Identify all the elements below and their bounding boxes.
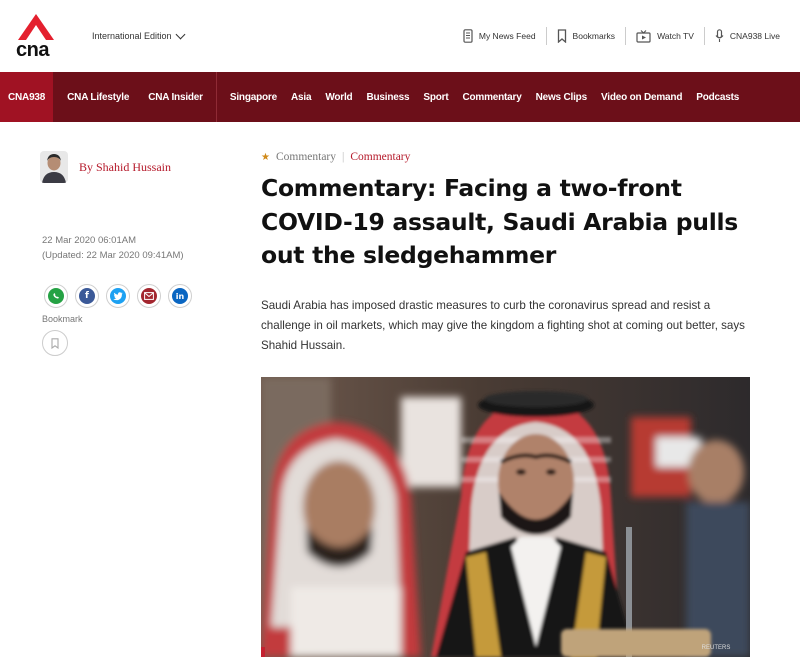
tv-icon <box>636 29 651 43</box>
updated-date: (Updated: 22 Mar 2020 09:41AM) <box>42 250 184 261</box>
article-lede: Saudi Arabia has imposed drastic measure… <box>261 299 745 352</box>
primary-nav: CNA938 CNA Lifestyle CNA Insider <box>0 72 223 122</box>
linkedin-share-button[interactable]: in <box>168 284 192 308</box>
category-link[interactable]: Commentary <box>350 151 410 163</box>
my-news-feed-label: My News Feed <box>478 31 536 41</box>
email-share-button[interactable] <box>137 284 161 308</box>
bookmarks-label: Bookmarks <box>572 31 616 41</box>
nav-item-news-clips[interactable]: News Clips <box>529 72 594 122</box>
share-buttons: f in <box>44 284 192 308</box>
article-title: Commentary: Facing a two-front COVID-19 … <box>261 174 738 269</box>
main-nav: CNA938 CNA Lifestyle CNA Insider Singapo… <box>0 72 800 122</box>
hero-photo: REUTERS <box>261 377 750 657</box>
breadcrumb-divider: | <box>342 151 345 163</box>
section-nav: Singapore Asia World Business Sport Comm… <box>223 72 746 122</box>
published-date: 22 Mar 2020 06:01AM <box>42 235 137 246</box>
whatsapp-icon <box>48 288 64 304</box>
nav-item-cna-lifestyle[interactable]: CNA Lifestyle <box>53 72 136 122</box>
logo-text[interactable]: cna <box>16 39 49 62</box>
nav-item-cna938[interactable]: CNA938 <box>0 72 54 122</box>
top-header: cna International Edition My News Feed B… <box>0 0 800 72</box>
photo-credit: REUTERS <box>702 645 731 651</box>
bookmark-icon <box>557 29 566 43</box>
facebook-share-button[interactable]: f <box>75 284 99 308</box>
cna938-live-link[interactable]: CNA938 Live <box>703 27 790 45</box>
bookmark-label: Bookmark <box>42 314 83 324</box>
watch-tv-link[interactable]: Watch TV <box>625 27 704 45</box>
twitter-share-button[interactable] <box>106 284 130 308</box>
edition-selector[interactable]: International Edition <box>92 29 186 41</box>
nav-item-singapore[interactable]: Singapore <box>223 72 284 122</box>
star-icon: ★ <box>261 151 270 163</box>
category-breadcrumb: ★ Commentary | Commentary <box>261 151 410 163</box>
top-links: My News Feed Bookmarks Watch TV CNA938 L… <box>453 27 790 45</box>
author-name[interactable]: By Shahid Hussain <box>79 160 171 175</box>
nav-item-video-on-demand[interactable]: Video on Demand <box>594 72 689 122</box>
whatsapp-share-button[interactable] <box>44 284 68 308</box>
email-icon <box>141 288 157 304</box>
phone-icon <box>463 29 473 43</box>
author-byline: By Shahid Hussain <box>40 151 171 183</box>
edition-label: International Edition <box>92 31 172 41</box>
microphone-icon <box>715 29 724 42</box>
nav-item-asia[interactable]: Asia <box>284 72 318 122</box>
hero-image: REUTERS <box>261 377 750 657</box>
nav-item-business[interactable]: Business <box>359 72 416 122</box>
nav-item-sport[interactable]: Sport <box>416 72 455 122</box>
nav-item-podcasts[interactable]: Podcasts <box>689 72 746 122</box>
nav-item-world[interactable]: World <box>318 72 359 122</box>
cna938-live-label: CNA938 Live <box>729 31 780 41</box>
twitter-icon <box>110 288 126 304</box>
facebook-icon: f <box>79 288 95 304</box>
category-tag: Commentary <box>275 151 337 163</box>
bookmarks-link[interactable]: Bookmarks <box>545 27 626 45</box>
chevron-down-icon <box>175 29 186 39</box>
my-news-feed-link[interactable]: My News Feed <box>453 27 546 45</box>
bookmark-button[interactable] <box>42 330 68 356</box>
bookmark-icon <box>51 337 59 349</box>
linkedin-icon: in <box>172 288 188 304</box>
nav-item-commentary[interactable]: Commentary <box>455 72 528 122</box>
nav-item-cna-insider[interactable]: CNA Insider <box>136 72 217 122</box>
author-avatar[interactable] <box>40 151 68 183</box>
watch-tv-label: Watch TV <box>657 31 694 41</box>
